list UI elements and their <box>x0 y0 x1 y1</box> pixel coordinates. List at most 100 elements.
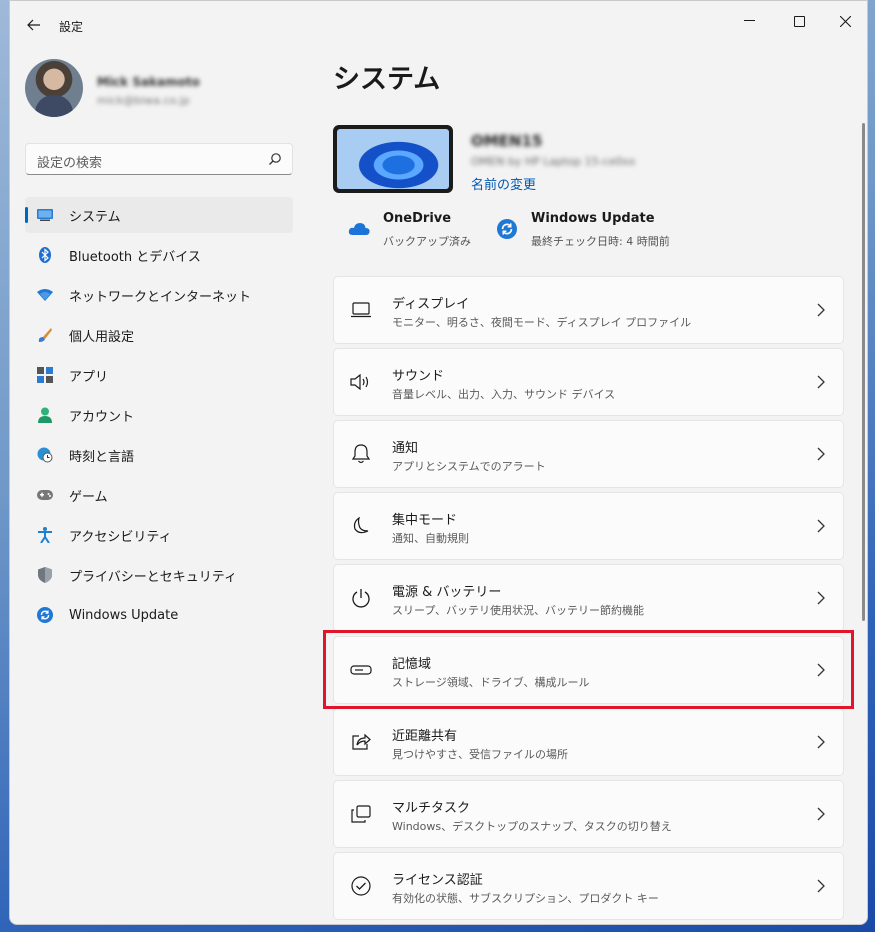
user-email: mick@biwa.co.jp <box>97 94 190 107</box>
setting-title: サウンド <box>392 369 445 384</box>
sidebar-item-label: 時刻と言語 <box>69 449 135 465</box>
onedrive-title: OneDrive <box>383 211 452 226</box>
setting-subtitle: 通知、自動規則 <box>392 532 469 545</box>
sidebar-item-label: システム <box>69 209 121 225</box>
windows-update-title: Windows Update <box>531 211 655 226</box>
setting-subtitle: Windows、デスクトップのスナップ、タスクの切り替え <box>392 820 672 833</box>
power-icon <box>350 587 372 609</box>
setting-subtitle: アプリとシステムでのアラート <box>392 460 546 473</box>
avatar[interactable] <box>25 59 83 117</box>
wallpaper-image <box>337 129 449 189</box>
sidebar-item-privacy[interactable]: プライバシーとセキュリティ <box>25 557 293 593</box>
highlight-annotation <box>323 630 854 709</box>
update-icon <box>37 607 53 623</box>
sidebar-item-label: プライバシーとセキュリティ <box>69 569 237 585</box>
sidebar-item-label: ネットワークとインターネット <box>69 289 252 305</box>
sidebar-item-label: Windows Update <box>69 607 179 623</box>
wifi-icon <box>37 287 53 303</box>
shield-icon <box>37 567 53 583</box>
chevron-right-icon <box>817 879 825 893</box>
title-bar: 設定 <box>10 1 867 49</box>
setting-display[interactable]: ディスプレイ モニター、明るさ、夜間モード、ディスプレイ プロファイル <box>333 276 844 344</box>
sidebar-item-label: 個人用設定 <box>69 329 135 345</box>
chevron-right-icon <box>817 375 825 389</box>
setting-multitasking[interactable]: マルチタスク Windows、デスクトップのスナップ、タスクの切り替え <box>333 780 844 848</box>
sidebar-item-personalization[interactable]: 個人用設定 <box>25 317 293 353</box>
gamepad-icon <box>37 487 53 503</box>
sidebar-item-apps[interactable]: アプリ <box>25 357 293 393</box>
user-name: Mick Sakamoto <box>97 75 200 89</box>
setting-focus-assist[interactable]: 集中モード 通知、自動規則 <box>333 492 844 560</box>
app-title: 設定 <box>59 20 84 34</box>
search-placeholder: 設定の検索 <box>37 156 103 171</box>
setting-title: ライセンス認証 <box>392 873 483 888</box>
brush-icon <box>37 327 53 343</box>
account-icon <box>37 407 53 423</box>
sidebar-item-gaming[interactable]: ゲーム <box>25 477 293 513</box>
chevron-right-icon <box>817 807 825 821</box>
setting-nearby-sharing[interactable]: 近距離共有 見つけやすさ、受信ファイルの場所 <box>333 708 844 776</box>
setting-title: 通知 <box>392 441 419 456</box>
update-icon <box>495 217 519 241</box>
sidebar-item-accounts[interactable]: アカウント <box>25 397 293 433</box>
setting-notifications[interactable]: 通知 アプリとシステムでのアラート <box>333 420 844 488</box>
sidebar-item-label: ゲーム <box>69 489 108 505</box>
sidebar-item-label: アクセシビリティ <box>69 529 172 545</box>
maximize-button[interactable] <box>776 7 822 35</box>
settings-list: ディスプレイ モニター、明るさ、夜間モード、ディスプレイ プロファイル サウンド… <box>333 276 844 924</box>
onedrive-cloud-icon <box>347 217 371 241</box>
minimize-button[interactable] <box>726 7 772 35</box>
chevron-right-icon <box>817 447 825 461</box>
bluetooth-icon <box>37 247 53 263</box>
windows-update-subtitle: 最終チェック日時: 4 時間前 <box>531 235 670 248</box>
setting-title: マルチタスク <box>392 801 471 816</box>
onedrive-subtitle: バックアップ済み <box>383 235 471 248</box>
setting-subtitle: スリープ、バッテリ使用状況、バッテリー節約機能 <box>392 604 645 617</box>
check-circle-icon <box>350 875 372 897</box>
device-thumbnail <box>333 125 453 193</box>
sidebar-item-label: アカウント <box>69 409 135 425</box>
sidebar-item-network[interactable]: ネットワークとインターネット <box>25 277 293 313</box>
setting-title: 近距離共有 <box>392 729 458 744</box>
sidebar-nav: システム Bluetooth とデバイス ネットワークとインターネット 個人用設… <box>25 197 293 637</box>
setting-power-battery[interactable]: 電源 & バッテリー スリープ、バッテリ使用状況、バッテリー節約機能 <box>333 564 844 632</box>
display-icon <box>350 299 372 321</box>
share-icon <box>350 731 372 753</box>
speaker-icon <box>350 371 372 393</box>
setting-title: 集中モード <box>392 513 458 528</box>
sidebar-item-accessibility[interactable]: アクセシビリティ <box>25 517 293 553</box>
setting-sound[interactable]: サウンド 音量レベル、出力、入力、サウンド デバイス <box>333 348 844 416</box>
search-input[interactable]: 設定の検索 <box>25 143 293 175</box>
sidebar-item-label: アプリ <box>69 369 109 385</box>
settings-window: 設定 Mick Sakamoto mick@biwa.co.jp 設定の検索 シ… <box>9 0 868 925</box>
setting-subtitle: 見つけやすさ、受信ファイルの場所 <box>392 748 568 761</box>
chevron-right-icon <box>817 519 825 533</box>
accessibility-icon <box>37 527 53 543</box>
device-name: OMEN15 <box>471 132 543 150</box>
chevron-right-icon <box>817 591 825 605</box>
sidebar-item-label: Bluetooth とデバイス <box>69 249 201 265</box>
back-button[interactable] <box>22 13 46 37</box>
sidebar-item-system[interactable]: システム <box>25 197 293 233</box>
setting-subtitle: モニター、明るさ、夜間モード、ディスプレイ プロファイル <box>392 316 692 329</box>
multitask-icon <box>350 803 372 825</box>
close-button[interactable] <box>822 7 867 35</box>
close-icon <box>839 15 851 27</box>
rename-link[interactable]: 名前の変更 <box>471 174 536 193</box>
sidebar-item-bluetooth[interactable]: Bluetooth とデバイス <box>25 237 293 273</box>
setting-title: 電源 & バッテリー <box>392 585 502 600</box>
chevron-right-icon <box>817 735 825 749</box>
scrollbar[interactable] <box>862 123 865 621</box>
page-title: システム <box>333 64 441 95</box>
sidebar-item-windows-update[interactable]: Windows Update <box>25 597 293 633</box>
device-model: OMEN by HP Laptop 15-ce0xx <box>471 155 636 168</box>
sidebar-item-time-language[interactable]: 時刻と言語 <box>25 437 293 473</box>
chevron-right-icon <box>817 303 825 317</box>
moon-icon <box>350 515 372 537</box>
setting-subtitle: 有効化の状態、サブスクリプション、プロダクト キー <box>392 892 659 905</box>
setting-subtitle: 音量レベル、出力、入力、サウンド デバイス <box>392 388 616 401</box>
bell-icon <box>350 443 372 465</box>
search-icon[interactable] <box>268 152 282 166</box>
setting-title: ディスプレイ <box>392 297 470 312</box>
setting-activation[interactable]: ライセンス認証 有効化の状態、サブスクリプション、プロダクト キー <box>333 852 844 920</box>
